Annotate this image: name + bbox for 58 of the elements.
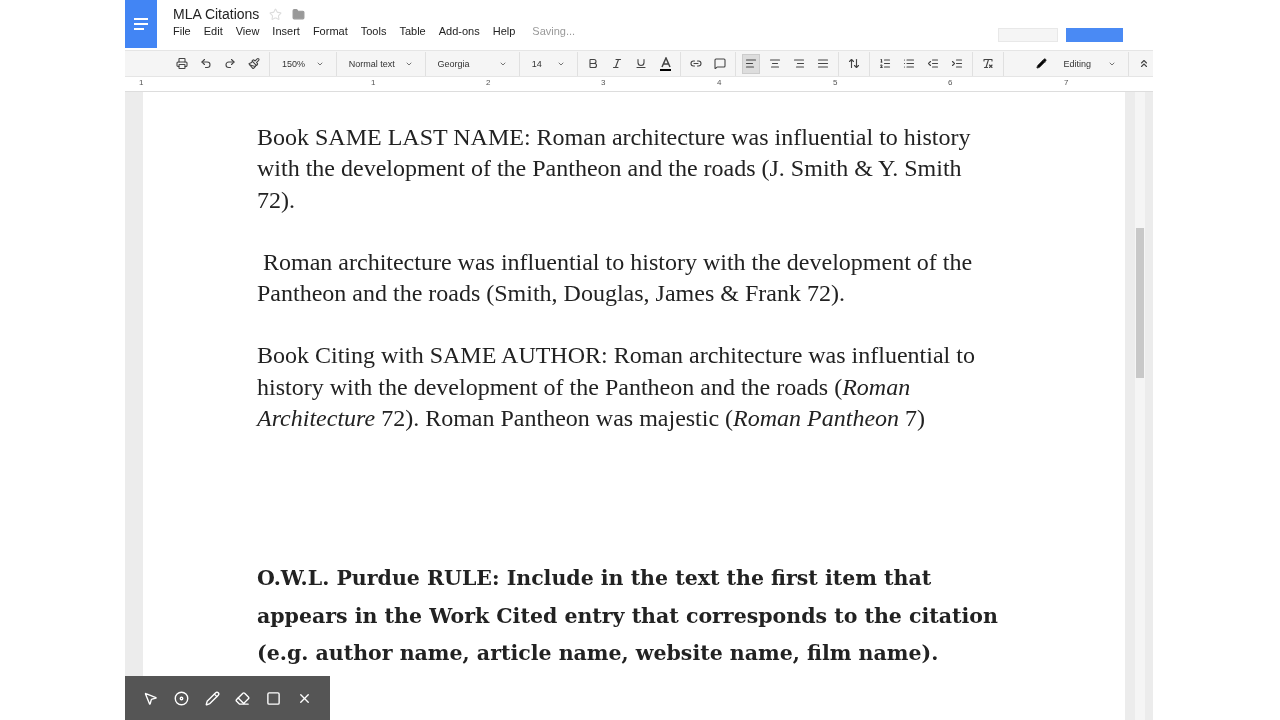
comment-icon [714, 57, 727, 70]
docs-logo-icon[interactable] [125, 0, 157, 48]
menu-item[interactable]: Help [492, 25, 516, 37]
menu-item[interactable]: Format [312, 25, 348, 37]
font-dropdown[interactable]: Georgia [431, 52, 513, 75]
menu-item[interactable]: View [235, 25, 260, 37]
menu-item[interactable]: Table [399, 25, 426, 37]
increase-indent-icon [950, 57, 963, 70]
bold-icon [586, 57, 599, 70]
ruler-number: 2 [486, 78, 491, 87]
paragraph: O.W.L. Purdue RULE: Include in the text the first item that appears in the Work Cited entry that corresponds to the citation (e.g. author name, article name, website name, film name). [257, 565, 999, 668]
disc-icon [173, 690, 189, 706]
italic-icon [610, 57, 623, 70]
menu-item[interactable]: Add-ons [438, 25, 480, 37]
star-icon[interactable] [269, 7, 283, 21]
mode-dropdown[interactable]: Editing [1029, 52, 1122, 75]
menu-item[interactable]: Insert [272, 25, 300, 37]
scrollbar[interactable] [1135, 92, 1145, 720]
decrease-indent-icon [926, 57, 939, 70]
paragraph: Roman architecture was influential to history with the development of the Pantheon and the roads (Smith, Douglas, James & Frank 72). [257, 247, 974, 309]
folder-icon[interactable] [292, 7, 306, 21]
text-color-icon [658, 56, 672, 71]
menu-item[interactable]: Edit [203, 25, 223, 37]
link-icon [690, 57, 703, 70]
print-icon [176, 57, 188, 70]
clear-formatting-icon [981, 57, 994, 70]
ruler-number: 1 [139, 78, 144, 87]
paint-format-icon [248, 57, 260, 70]
ruler-number: 7 [1064, 78, 1069, 87]
menu-item[interactable]: Tools [360, 25, 387, 37]
style-dropdown[interactable]: Normal text [342, 52, 419, 75]
pointer-icon [142, 690, 158, 706]
paragraph: Book SAME LAST NAME: Roman architecture was influential to history with the development of the Pantheon and the roads (J. Smith & Y. Smith 72). [257, 123, 972, 215]
ruler-number: 6 [948, 78, 953, 87]
align-icon [793, 57, 806, 70]
ruler-number: 4 [717, 78, 722, 87]
ruler-number: 1 [371, 78, 376, 87]
numbered-list-icon [878, 57, 891, 70]
align-icon [769, 57, 782, 70]
line-spacing-icon [848, 57, 860, 70]
undo-icon [200, 57, 212, 70]
align-icon [817, 57, 830, 70]
ruler-number: 3 [601, 78, 606, 87]
ruler-number: 5 [833, 78, 838, 87]
square-icon [266, 690, 282, 706]
redo-icon [224, 57, 236, 70]
pencil-icon [1035, 58, 1047, 69]
zoom-dropdown[interactable]: 150% [275, 52, 330, 75]
menu-item[interactable]: File [173, 25, 191, 37]
bulleted-list-icon [902, 57, 915, 70]
eraser-icon [235, 690, 251, 706]
font-size-dropdown[interactable]: 14 [525, 52, 571, 75]
paragraph: Book Citing with SAME AUTHOR: Roman architecture was influential to history with the development of the Pantheon and the roads (Roman Architecture 72). Roman Pantheon was majestic (Roman Pantheon 7) [257, 341, 976, 434]
align-icon [745, 57, 758, 70]
pencil-icon [204, 690, 220, 706]
underline-icon [634, 57, 647, 70]
save-status: Saving... [532, 25, 576, 37]
document-title[interactable]: MLA Citations [173, 6, 260, 22]
